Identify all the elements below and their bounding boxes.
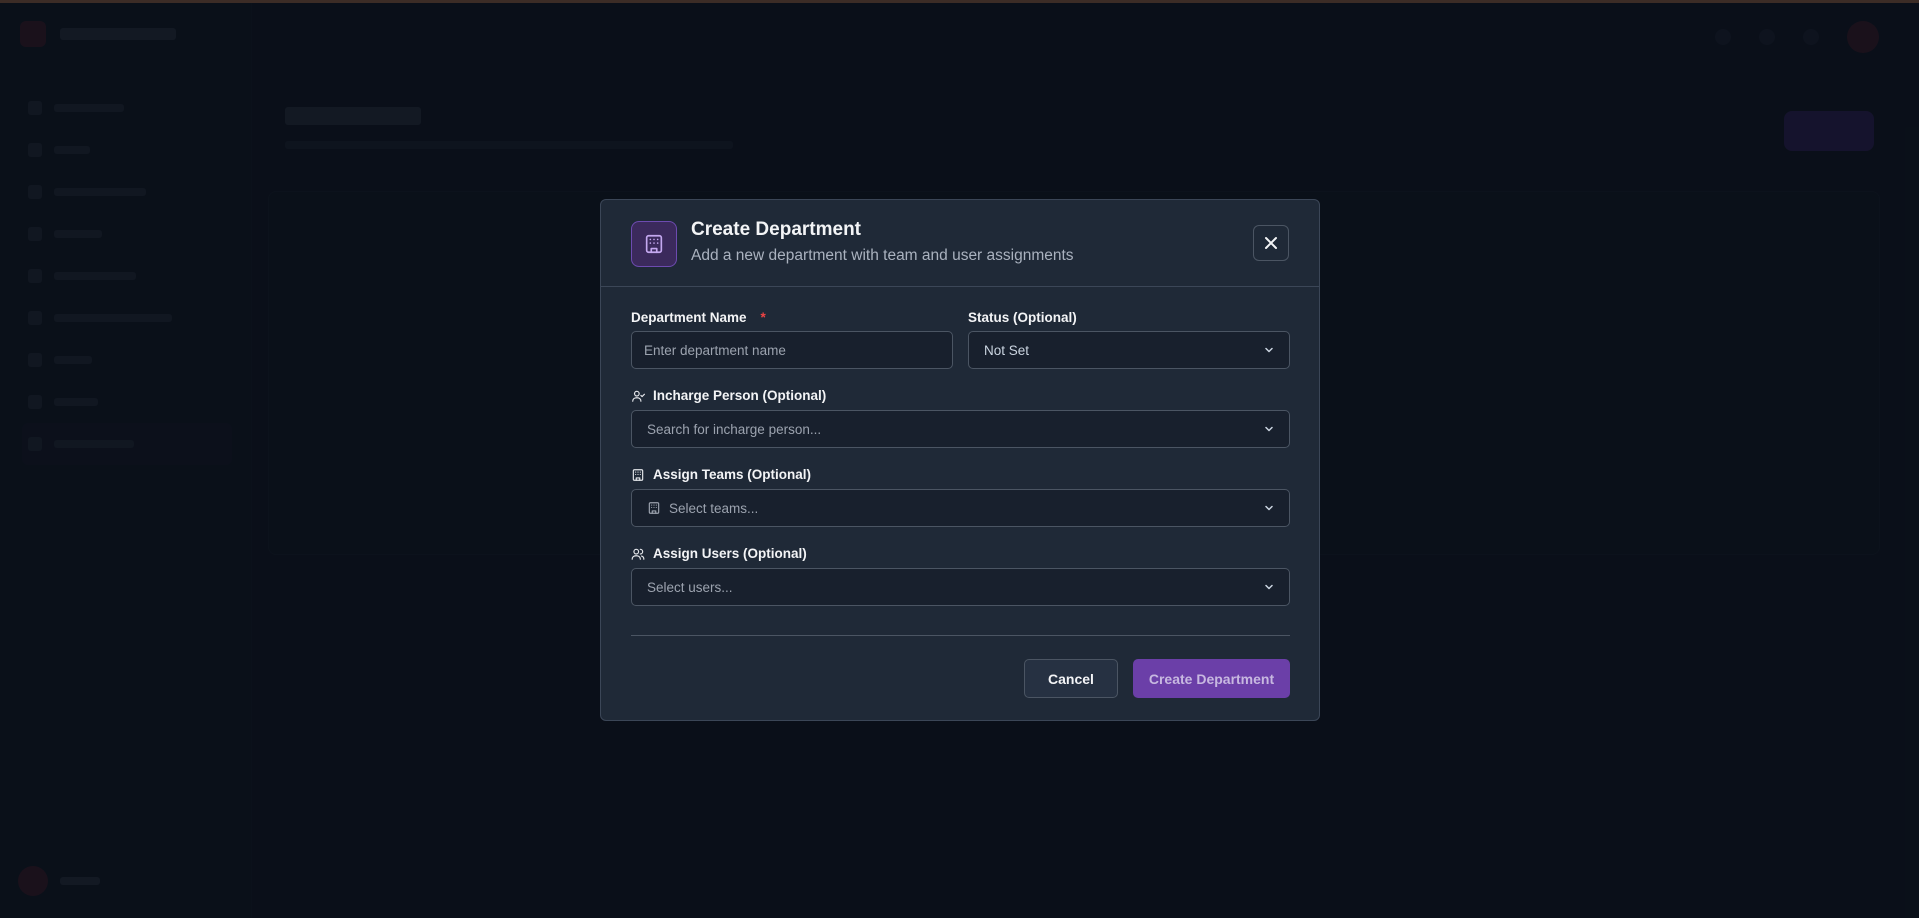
chevron-down-icon	[1265, 584, 1273, 590]
cancel-button[interactable]: Cancel	[1024, 659, 1118, 698]
chevron-down-icon	[1265, 426, 1273, 432]
building-icon	[648, 502, 660, 514]
incharge-person-placeholder: Search for incharge person...	[647, 421, 822, 437]
assign-teams-placeholder: Select teams...	[669, 500, 759, 516]
dialog-title: Create Department	[691, 219, 861, 240]
incharge-person-label: Incharge Person (Optional)	[631, 388, 826, 403]
footer-divider	[631, 635, 1290, 636]
status-selected-value: Not Set	[984, 342, 1030, 358]
assign-teams-label: Assign Teams (Optional)	[631, 467, 811, 482]
dialog-header: Create Department Add a new department w…	[601, 200, 1319, 287]
chevron-down-icon	[1265, 347, 1273, 353]
assign-teams-select[interactable]: Select teams...	[631, 489, 1290, 527]
department-name-label: Department Name *	[631, 310, 766, 325]
close-button[interactable]	[1253, 225, 1289, 261]
building-icon	[632, 468, 644, 481]
chevron-down-icon	[1265, 505, 1273, 511]
status-select[interactable]: Not Set	[968, 331, 1290, 369]
assign-users-label: Assign Users (Optional)	[631, 546, 807, 561]
required-marker: *	[760, 310, 766, 325]
status-label: Status (Optional)	[968, 310, 1077, 325]
create-department-button[interactable]: Create Department	[1133, 659, 1290, 698]
users-icon	[631, 548, 645, 560]
close-icon	[1265, 237, 1277, 249]
department-name-field	[631, 331, 953, 369]
assign-users-select[interactable]: Select users...	[631, 568, 1290, 606]
assign-users-placeholder: Select users...	[647, 579, 733, 595]
incharge-person-select[interactable]: Search for incharge person...	[631, 410, 1290, 448]
user-icon	[632, 390, 645, 402]
dialog-subtitle: Add a new department with team and user …	[691, 247, 1074, 264]
department-name-input[interactable]	[632, 332, 952, 368]
create-department-dialog: Create Department Add a new department w…	[600, 199, 1320, 721]
building-icon	[631, 221, 677, 267]
